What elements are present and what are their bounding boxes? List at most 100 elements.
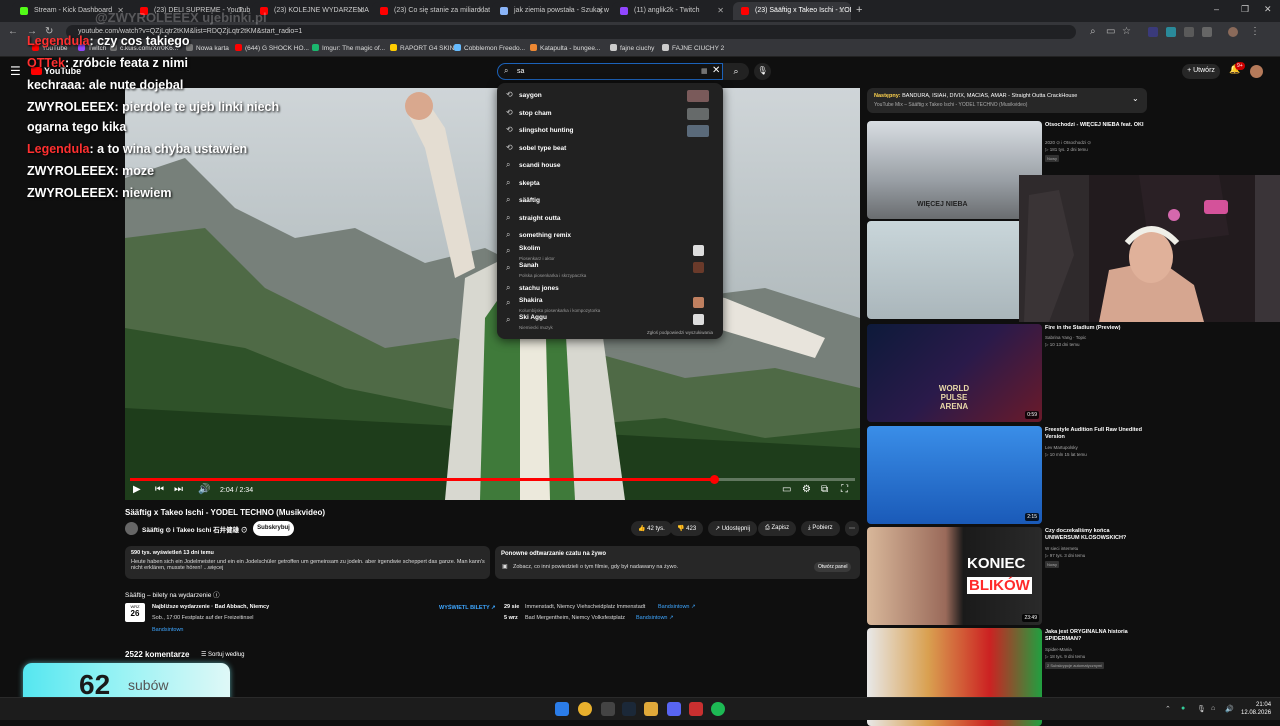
clear-search-icon[interactable]: ✕ (712, 65, 720, 76)
search-input[interactable]: ⌕ sa ▦ ✕ (497, 63, 723, 80)
search-suggestion-item[interactable]: ⌕ straight outta (497, 210, 723, 227)
dislike-button[interactable]: 👎 423 (670, 521, 704, 536)
speaker-icon[interactable]: 🔊 (1225, 705, 1234, 713)
close-tab-icon[interactable]: ✕ (717, 6, 724, 15)
close-tab-icon[interactable]: ✕ (597, 6, 604, 15)
voice-search-button[interactable]: 🎙 (754, 63, 771, 80)
recommended-video[interactable]: WORLD PULSE ARENA 0:59 Fire in the Stadium… (867, 324, 1147, 422)
fullscreen-icon[interactable]: ⛶ (841, 484, 848, 495)
bookmark-item[interactable]: fajne ciuchy (610, 44, 654, 52)
browser-tab[interactable]: (23) Sääftig x Takeo Ischi - YOD ✕ (733, 2, 851, 20)
search-suggestion-item[interactable]: ⟲ stop cham (497, 105, 723, 122)
extension-icon[interactable] (1184, 27, 1194, 37)
settings-gear-icon[interactable]: ⚙ (802, 484, 811, 495)
search-suggestion-item[interactable]: ⌕ something remix (497, 227, 723, 244)
maximize-icon[interactable]: ❐ (1241, 4, 1249, 15)
folder-icon[interactable] (644, 702, 658, 716)
chrome-icon[interactable] (578, 702, 592, 716)
tray-app-icon[interactable]: ● (1181, 705, 1185, 712)
bookmark-item[interactable]: RAPORT G4 SKINS (390, 44, 459, 52)
search-suggestion-item[interactable]: ⟲ saygon (497, 87, 723, 104)
subtitles-icon[interactable]: ▭ (782, 484, 791, 495)
cast-icon[interactable]: ▭ (1106, 26, 1115, 37)
video-thumbnail[interactable]: WIĘCEJ NIEBA (867, 121, 1042, 219)
discord-icon[interactable] (667, 702, 681, 716)
recommended-video[interactable]: 2:15 Freestyle Audition Full Raw Unedited… (867, 426, 1147, 524)
tray-chevron-icon[interactable]: ⌃ (1165, 705, 1171, 713)
search-suggestion-item[interactable]: ⟲ sobel type beat (497, 140, 723, 157)
view-tickets-button[interactable]: WYŚWIETL BILETY ↗ (439, 605, 496, 611)
new-tab-button[interactable]: + (856, 4, 862, 16)
video-thumbnail[interactable]: WORLD PULSE ARENA 0:59 (867, 324, 1042, 422)
previous-icon[interactable]: ⏮ (155, 484, 164, 495)
like-button[interactable]: 👍 42 tys. (631, 521, 672, 536)
extension-icon[interactable] (1148, 27, 1158, 37)
description-box[interactable]: 590 tys. wyświetleń 13 dni temu Heute ha… (125, 546, 490, 579)
sort-comments-button[interactable]: ☰ Sortuj według (201, 651, 244, 658)
progress-scrubber[interactable] (709, 475, 719, 484)
obs-icon[interactable] (601, 702, 615, 716)
search-suggestion-item[interactable]: ⟲ slingshot hunting (497, 122, 723, 139)
progress-bar[interactable] (130, 475, 855, 484)
app-icon[interactable] (689, 702, 703, 716)
close-tab-icon[interactable]: ✕ (838, 6, 845, 15)
bookmark-item[interactable]: Imgur: The magic of... (312, 44, 385, 52)
search-suggestion-item[interactable]: ⌕ scandi house (497, 157, 723, 174)
more-actions-button[interactable]: ⋯ (845, 521, 859, 536)
search-suggestion-item[interactable]: ⌕ Sanah Polska piosenkarka i skrzypaczka (497, 260, 723, 278)
kebab-menu-icon[interactable]: ⋮ (1250, 26, 1260, 37)
microphone-tray-icon[interactable]: 🎙 (1197, 705, 1206, 713)
save-button[interactable]: ⎙ Zapisz (758, 521, 797, 536)
create-button[interactable]: + Utwórz (1182, 64, 1220, 79)
start-icon[interactable] (555, 702, 569, 716)
search-button[interactable]: ⌕ (723, 63, 749, 80)
search-suggestion-item[interactable]: ⌕ Ski Aggu Niemiecki muzyk (497, 312, 723, 330)
browser-tab[interactable]: (11) anglik2k - Twitch ✕ (612, 2, 730, 20)
video-thumbnail[interactable] (867, 221, 1042, 319)
spotify-icon[interactable] (711, 702, 725, 716)
url-input[interactable]: youtube.com/watch?v=QZjLqtr2tKM&list=RDQ… (66, 25, 1076, 39)
search-suggestion-item[interactable]: ⌕ Skolim Piosenkarz i aktor (497, 243, 723, 261)
next-up-panel[interactable]: Następny: BANDURA, ISIAH, DIVIX, MACIAS,… (867, 88, 1147, 113)
search-suggestion-item[interactable]: ⌕ sääftig (497, 192, 723, 209)
channel-name[interactable]: Sääftig ⊙ i Takeo Ischi 石井健雄 ⊙ (142, 524, 247, 534)
browser-tab[interactable]: (23) KOLEJNE WYDARZENIA CO✕ (252, 2, 370, 20)
steam-icon[interactable] (622, 702, 636, 716)
video-thumbnail[interactable]: KONIEC BLIKÓW 23:49 (867, 527, 1042, 625)
volume-icon[interactable]: 🔊 (198, 484, 210, 495)
open-panel-button[interactable]: Otwórz panel (814, 562, 852, 572)
download-button[interactable]: ⤓ Pobierz (801, 521, 840, 536)
channel-avatar[interactable] (125, 522, 138, 535)
bookmark-item[interactable]: Katapulta - bungee... (530, 44, 600, 52)
event-2-link[interactable]: Bandsintown ↗ (658, 604, 696, 610)
close-window-icon[interactable]: ✕ (1264, 4, 1272, 15)
report-suggestions-link[interactable]: Zgłoś podpowiedzi wyszukiwania (647, 330, 713, 335)
close-tab-icon[interactable]: ✕ (357, 6, 364, 15)
extensions-puzzle-icon[interactable] (1202, 27, 1212, 37)
minimize-icon[interactable]: – (1214, 4, 1219, 14)
bookmark-item[interactable]: Cobblemon Freedo... (454, 44, 525, 52)
miniplayer-icon[interactable]: ⧉ (821, 484, 828, 495)
bookmark-item[interactable]: (644) G SHOCK HO... (235, 44, 309, 52)
event-link[interactable]: Bandsintown (152, 627, 184, 633)
close-tab-icon[interactable]: ✕ (477, 6, 484, 15)
hamburger-menu-icon[interactable]: ☰ (10, 64, 21, 78)
next-icon[interactable]: ⏭ (174, 484, 183, 495)
recommended-video[interactable]: KONIEC BLIKÓW 23:49 Czy doczekaliśmy końca … (867, 527, 1147, 625)
bookmark-item[interactable]: FAJNE CIUCHY 2 (662, 44, 724, 52)
network-icon[interactable]: ⌂ (1211, 705, 1215, 712)
chevron-down-icon[interactable]: ⌄ (1132, 94, 1139, 103)
event-3-link[interactable]: Bandsintown ↗ (636, 615, 674, 621)
browser-tab[interactable]: (23) Co się stanie za miliard lat ✕ (372, 2, 490, 20)
play-icon[interactable]: ▶ (133, 484, 141, 495)
browser-tab[interactable]: jak ziemia powstała - Szukaj w ✕ (492, 2, 610, 20)
extension-icon[interactable] (1166, 27, 1176, 37)
system-clock[interactable]: 21:04 12.08.2026 (1241, 701, 1271, 717)
search-suggestion-item[interactable]: ⌕ Shakira Kolumbijska piosenkarka i kompoz… (497, 295, 723, 313)
avatar[interactable] (1250, 65, 1263, 78)
share-button[interactable]: ↗ Udostępnij (708, 521, 758, 536)
video-thumbnail[interactable]: 2:15 (867, 426, 1042, 524)
keyboard-icon[interactable]: ▦ (701, 67, 708, 75)
bookmark-item[interactable]: Nowa karta (186, 44, 229, 52)
profile-icon[interactable] (1228, 27, 1238, 37)
